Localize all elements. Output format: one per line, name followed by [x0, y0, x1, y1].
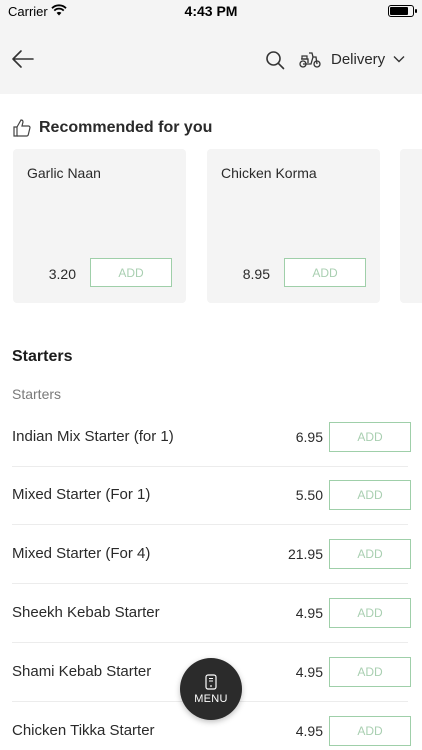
search-icon[interactable] [265, 50, 285, 70]
menu-item-name: Shami Kebab Starter [12, 663, 152, 680]
status-bar: Carrier 4:43 PM [0, 0, 422, 24]
add-button[interactable]: ADD [329, 657, 411, 687]
add-button[interactable]: ADD [329, 716, 411, 746]
add-button[interactable]: ADD [329, 422, 411, 452]
menu-item-price: 5.50 [295, 487, 323, 503]
menu-item-row[interactable]: Mixed Starter (For 4) 21.95 ADD [12, 526, 411, 584]
add-button[interactable]: ADD [284, 258, 366, 287]
scooter-icon [299, 52, 321, 68]
section-title: Starters [12, 348, 73, 365]
menu-item-name: Chicken Tikka Starter [12, 722, 155, 739]
recommended-card[interactable]: Chicken Korma 8.95 ADD [207, 149, 380, 303]
menu-item-name: Mixed Starter (For 4) [12, 545, 151, 562]
menu-button-label: MENU [194, 692, 228, 705]
menu-item-row[interactable]: Indian Mix Starter (for 1) 6.95 ADD [12, 409, 411, 467]
menu-item-name: Indian Mix Starter (for 1) [12, 428, 174, 445]
add-button[interactable]: ADD [329, 539, 411, 569]
battery-icon [388, 5, 417, 17]
menu-item-price: 6.95 [295, 429, 323, 445]
back-arrow-icon[interactable] [10, 46, 36, 72]
menu-item-name: Mixed Starter (For 1) [12, 486, 151, 503]
menu-item-name: Sheekh Kebab Starter [12, 604, 160, 621]
menu-item-price: 4.95 [295, 605, 323, 621]
top-bar: Delivery [0, 24, 422, 94]
thumbs-up-icon [13, 119, 31, 137]
menu-item-price: 21.95 [287, 546, 323, 562]
menu-item-price: 4.95 [295, 664, 323, 680]
chevron-down-icon [393, 56, 405, 63]
recommended-card[interactable]: Garlic Naan 3.20 ADD [13, 149, 186, 303]
delivery-label: Delivery [331, 50, 386, 68]
menu-item-row[interactable]: Mixed Starter (For 1) 5.50 ADD [12, 467, 411, 525]
menu-button[interactable]: MENU [180, 658, 242, 720]
clock: 4:43 PM [184, 3, 238, 19]
menu-item-price: 4.95 [295, 723, 323, 739]
delivery-mode-selector[interactable]: Delivery [298, 46, 405, 72]
add-button[interactable]: ADD [329, 598, 411, 628]
recommended-item-name: Chicken Korma [221, 165, 317, 181]
add-button[interactable]: ADD [329, 480, 411, 510]
recommended-card-peek[interactable] [400, 149, 422, 303]
recommended-item-price: 3.20 [48, 266, 76, 282]
recommended-header: Recommended for you [12, 118, 212, 138]
recommended-title: Recommended for you [39, 119, 213, 136]
battery-level [390, 7, 408, 15]
menu-card-icon [205, 673, 217, 690]
menu-item-row[interactable]: Sheekh Kebab Starter 4.95 ADD [12, 585, 411, 643]
category-subtitle: Starters [12, 386, 62, 402]
add-button[interactable]: ADD [90, 258, 172, 287]
recommended-item-name: Garlic Naan [27, 165, 101, 181]
recommended-item-price: 8.95 [242, 266, 270, 282]
